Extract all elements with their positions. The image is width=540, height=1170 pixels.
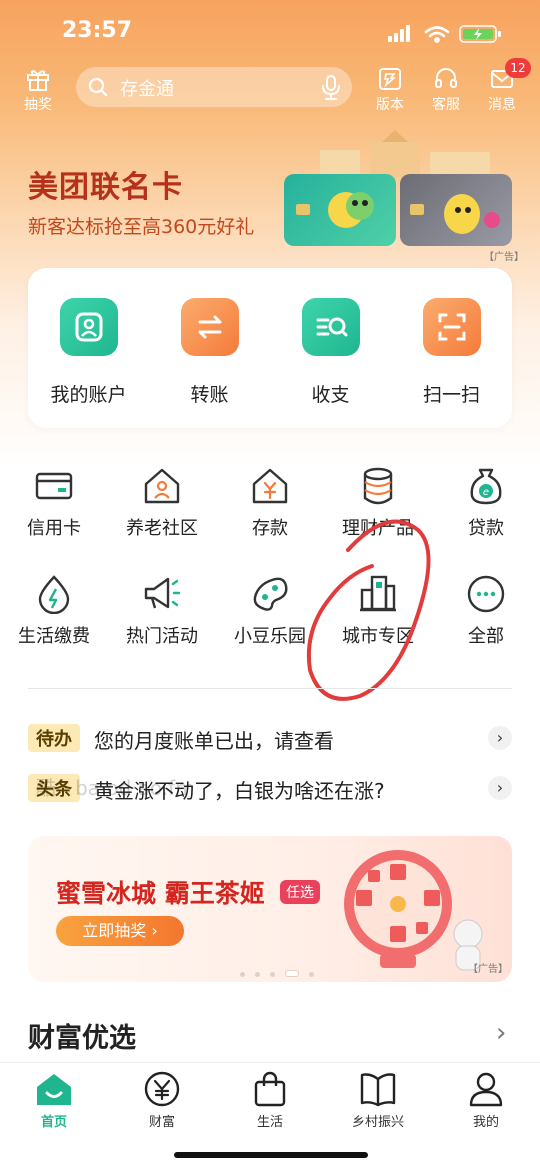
utility-payment-icon (38, 575, 70, 614)
banner-ad[interactable]: 美团联名卡 新客达标抢至高360元好礼 【广告】 (0, 130, 540, 265)
deposit-icon (252, 468, 288, 504)
service-label: 养老社区 (126, 518, 198, 539)
tab-home[interactable]: 首页 (0, 1071, 108, 1130)
lottery-button[interactable]: 抽奖 (10, 66, 66, 114)
quick-action-my-account[interactable]: 我的账户 (28, 298, 149, 407)
microphone-icon (322, 75, 340, 100)
quick-action-scan[interactable]: 扫一扫 (391, 298, 512, 407)
wealth-chevron-icon[interactable]: › (496, 1018, 506, 1048)
service-credit-card[interactable]: 信用卡 (0, 466, 108, 540)
cellular-icon (388, 25, 410, 42)
search-bar[interactable]: 存金通 (76, 67, 352, 107)
elderly-community-icon (144, 468, 180, 504)
service-hot-events[interactable]: 热门活动 (108, 574, 216, 648)
quick-action-income-expense[interactable]: 收支 (270, 298, 391, 407)
account-icon (59, 298, 118, 356)
hot-events-icon (144, 577, 181, 609)
wifi-icon (424, 26, 450, 43)
quick-action-transfer[interactable]: 转账 (149, 298, 270, 407)
search-icon (88, 77, 108, 97)
gift-icon (27, 70, 49, 91)
headset-icon (435, 68, 457, 88)
todo-notice[interactable]: 待办 您的月度账单已出，请查看 › (28, 722, 512, 754)
prize-wheel-illustration (344, 850, 483, 971)
service-label: 生活缴费 (18, 626, 90, 647)
quick-action-label: 转账 (190, 384, 229, 406)
banner-subtitle: 新客达标抢至高360元好礼 (28, 216, 255, 238)
home-indicator (174, 1152, 368, 1158)
tab-label: 乡村振兴 (351, 1115, 404, 1130)
todo-text: 您的月度账单已出，请查看 (94, 729, 334, 753)
gray-card-image (400, 174, 512, 246)
loan-icon: e (470, 468, 502, 505)
service-label: 贷款 (468, 518, 504, 539)
life-bag-icon (254, 1071, 286, 1107)
banner-ad-label: 【广告】 (484, 252, 524, 263)
messages-label: 消息 (488, 97, 516, 113)
quick-action-label: 扫一扫 (422, 384, 480, 406)
tab-label: 首页 (40, 1115, 67, 1130)
draw-now-button[interactable]: 立即抽奖 › (56, 916, 184, 946)
income-expense-icon (301, 298, 360, 356)
promo-banner[interactable]: 蜜雪冰城 霸王茶姬 任选 立即抽奖 › 【广告】 (28, 836, 512, 982)
version-button[interactable]: 版本 (362, 66, 418, 114)
service-label: 热门活动 (126, 626, 198, 647)
wealth-section-title: 财富优选 (28, 1023, 136, 1054)
bean-park-icon (253, 577, 288, 611)
promo-tag: 任选 (280, 880, 320, 904)
svg-text:e: e (483, 487, 489, 498)
customer-service-button[interactable]: 客服 (418, 66, 474, 114)
wealth-icon (144, 1071, 180, 1107)
service-label: 全部 (468, 626, 504, 647)
rural-book-icon (360, 1073, 396, 1107)
divider (28, 688, 512, 689)
watermark: 酷 · ba·od·ao.fm (36, 776, 195, 800)
scan-icon (422, 298, 481, 356)
battery-icon (459, 25, 501, 43)
tab-life[interactable]: 生活 (216, 1071, 324, 1130)
messages-badge: 12 (505, 58, 531, 78)
promo-title: 蜜雪冰城 霸王茶姬 (56, 879, 265, 908)
quick-action-label: 收支 (311, 384, 350, 406)
home-icon (37, 1074, 71, 1105)
service-label: 信用卡 (27, 518, 81, 539)
tab-label: 我的 (472, 1115, 499, 1130)
status-time: 23:57 (62, 18, 133, 43)
service-loan[interactable]: e 贷款 (432, 466, 540, 540)
service-all[interactable]: 全部 (432, 574, 540, 648)
lottery-label: 抽奖 (24, 97, 52, 113)
quick-action-label: 我的账户 (50, 384, 127, 406)
tab-rural[interactable]: 乡村振兴 (324, 1071, 432, 1130)
version-icon (379, 68, 401, 90)
tab-profile[interactable]: 我的 (432, 1071, 540, 1130)
wealth-products-icon (363, 467, 393, 505)
service-label: 客服 (432, 97, 460, 113)
version-label: 版本 (376, 97, 404, 113)
chevron-right-icon: › (488, 726, 512, 750)
quick-actions-panel: 我的账户 转账 收支 扫一扫 (28, 268, 512, 428)
red-annotation-scribble (306, 519, 431, 701)
tab-label: 生活 (256, 1115, 283, 1130)
status-icons (388, 24, 512, 48)
transfer-icon (180, 298, 239, 356)
chevron-right-icon: › (488, 776, 512, 800)
tab-wealth[interactable]: 财富 (108, 1071, 216, 1130)
promo-ad-label: 【广告】 (468, 964, 508, 975)
credit-card-icon (35, 472, 73, 500)
profile-icon (469, 1072, 503, 1107)
banner-title: 美团联名卡 (28, 170, 183, 205)
todo-tag: 待办 (28, 724, 80, 752)
more-icon (467, 575, 505, 613)
search-placeholder: 存金通 (120, 79, 174, 100)
green-card-image (284, 174, 396, 246)
service-elderly-community[interactable]: 养老社区 (108, 466, 216, 540)
carousel-dots (240, 962, 324, 981)
tab-label: 财富 (148, 1115, 175, 1130)
service-utility-payment[interactable]: 生活缴费 (0, 574, 108, 648)
